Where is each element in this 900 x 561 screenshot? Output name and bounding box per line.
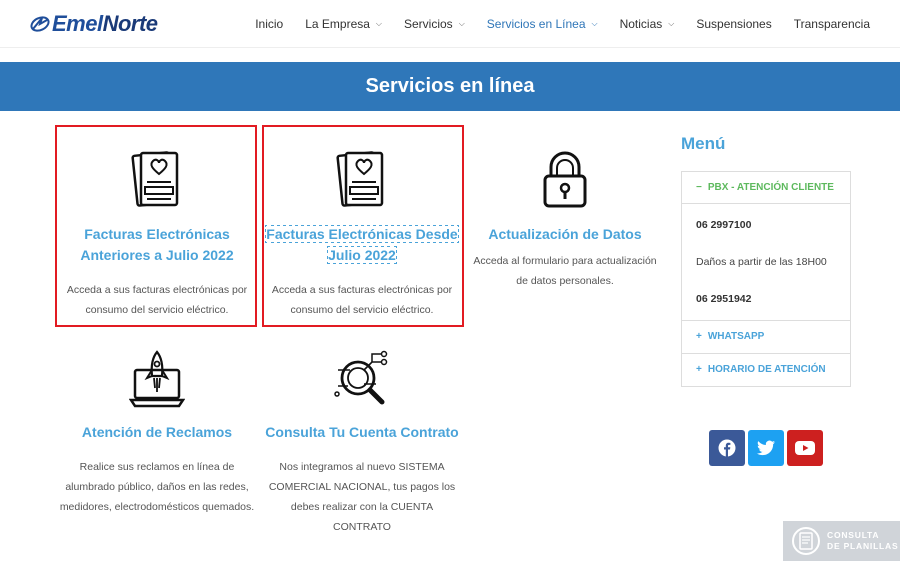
document-seal-icon — [792, 527, 820, 555]
nav-inicio[interactable]: Inicio — [255, 17, 283, 31]
expand-icon: + — [696, 331, 702, 342]
chevron-down-icon: ⌵ — [458, 19, 465, 28]
expand-icon: + — [696, 364, 702, 375]
sidebar-accordion: − PBX - ATENCIÓN CLIENTE 06 2997100 Daños… — [681, 171, 851, 387]
nav-la-empresa[interactable]: La Empresa ⌵ — [305, 17, 382, 31]
chevron-down-icon: ⌵ — [591, 19, 598, 28]
service-card-consulta-cuenta[interactable]: Consulta Tu Cuenta Contrato Nos integram… — [264, 348, 460, 537]
accordion-panel-pbx: 06 2997100 Daños a partir de las 18H00 0… — [682, 204, 850, 320]
service-title[interactable]: Consulta Tu Cuenta Contrato — [264, 422, 460, 443]
accordion-toggle-pbx[interactable]: − PBX - ATENCIÓN CLIENTE — [682, 172, 850, 204]
nav-servicios-en-linea[interactable]: Servicios en Línea ⌵ — [487, 17, 598, 31]
accordion-label: WHATSAPP — [707, 331, 765, 342]
service-title[interactable]: Facturas Electrónicas Desde Julio 2022 — [264, 224, 460, 266]
watermark-logo: CONSULTA DE PLANILLAS — [783, 521, 900, 561]
twitter-button[interactable] — [748, 430, 784, 466]
accordion-label: PBX - ATENCIÓN CLIENTE — [707, 182, 834, 193]
logo-mark-icon — [30, 16, 50, 32]
page-title: Servicios en línea — [365, 75, 535, 97]
service-title[interactable]: Facturas Electrónicas Anteriores a Julio… — [59, 224, 255, 266]
site-header: EmelNorte Inicio La Empresa ⌵ Servicios ⌵ … — [0, 0, 900, 48]
service-description: Acceda a sus facturas electrónicas por c… — [66, 284, 248, 316]
collapse-icon: − — [696, 182, 702, 193]
service-title[interactable]: Atención de Reclamos — [59, 422, 255, 443]
accordion-toggle-horario[interactable]: + HORARIO DE ATENCIÓN — [682, 353, 850, 386]
logo-text: EmelNorte — [52, 11, 158, 36]
nav-suspensiones[interactable]: Suspensiones — [696, 17, 771, 31]
service-card-facturas-desde[interactable]: Facturas Electrónicas Desde Julio 2022 A… — [264, 150, 460, 320]
facebook-button[interactable] — [709, 430, 745, 466]
damage-note: Daños a partir de las 18H00 — [696, 256, 827, 268]
facebook-icon — [718, 439, 736, 457]
chevron-down-icon: ⌵ — [668, 19, 675, 28]
logo[interactable]: EmelNorte — [30, 11, 158, 36]
sidebar-heading: Menú — [681, 134, 726, 153]
watermark-line: DE PLANILLAS — [827, 541, 899, 551]
invoice-icon — [336, 151, 384, 207]
youtube-button[interactable] — [787, 430, 823, 466]
service-description: Realice sus reclamos en línea de alumbra… — [59, 461, 255, 513]
accordion-label: HORARIO DE ATENCIÓN — [707, 364, 826, 375]
service-card-facturas-anteriores[interactable]: Facturas Electrónicas Anteriores a Julio… — [59, 150, 255, 320]
rocket-laptop-icon — [129, 350, 185, 408]
chevron-down-icon: ⌵ — [375, 19, 382, 28]
phone-number: 06 2997100 — [696, 219, 752, 231]
magnifier-circuit-icon — [334, 350, 388, 405]
nav-servicios[interactable]: Servicios ⌵ — [404, 17, 465, 31]
invoice-icon — [131, 151, 179, 207]
nav-noticias[interactable]: Noticias ⌵ — [620, 17, 675, 31]
nav-transparencia[interactable]: Transparencia — [794, 17, 870, 31]
watermark-text: CONSULTA DE PLANILLAS — [827, 530, 898, 552]
service-card-reclamos[interactable]: Atención de Reclamos Realice sus reclamo… — [59, 348, 255, 517]
watermark-line: CONSULTA — [827, 530, 880, 540]
youtube-icon — [795, 441, 815, 455]
twitter-icon — [757, 440, 775, 456]
service-description: Acceda al formulario para actualización … — [473, 255, 657, 287]
main-nav: Inicio La Empresa ⌵ Servicios ⌵ Servicios … — [255, 0, 870, 48]
service-card-actualizacion[interactable]: Actualización de Datos Acceda al formula… — [467, 150, 663, 291]
page-banner: Servicios en línea — [0, 62, 900, 111]
padlock-icon — [543, 151, 587, 208]
service-title[interactable]: Actualización de Datos — [467, 224, 663, 245]
phone-number: 06 2951942 — [696, 293, 752, 305]
service-description: Nos integramos al nuevo SISTEMA COMERCIA… — [268, 461, 456, 533]
service-description: Acceda a sus facturas electrónicas por c… — [271, 284, 453, 316]
accordion-toggle-whatsapp[interactable]: + WHATSAPP — [682, 320, 850, 353]
